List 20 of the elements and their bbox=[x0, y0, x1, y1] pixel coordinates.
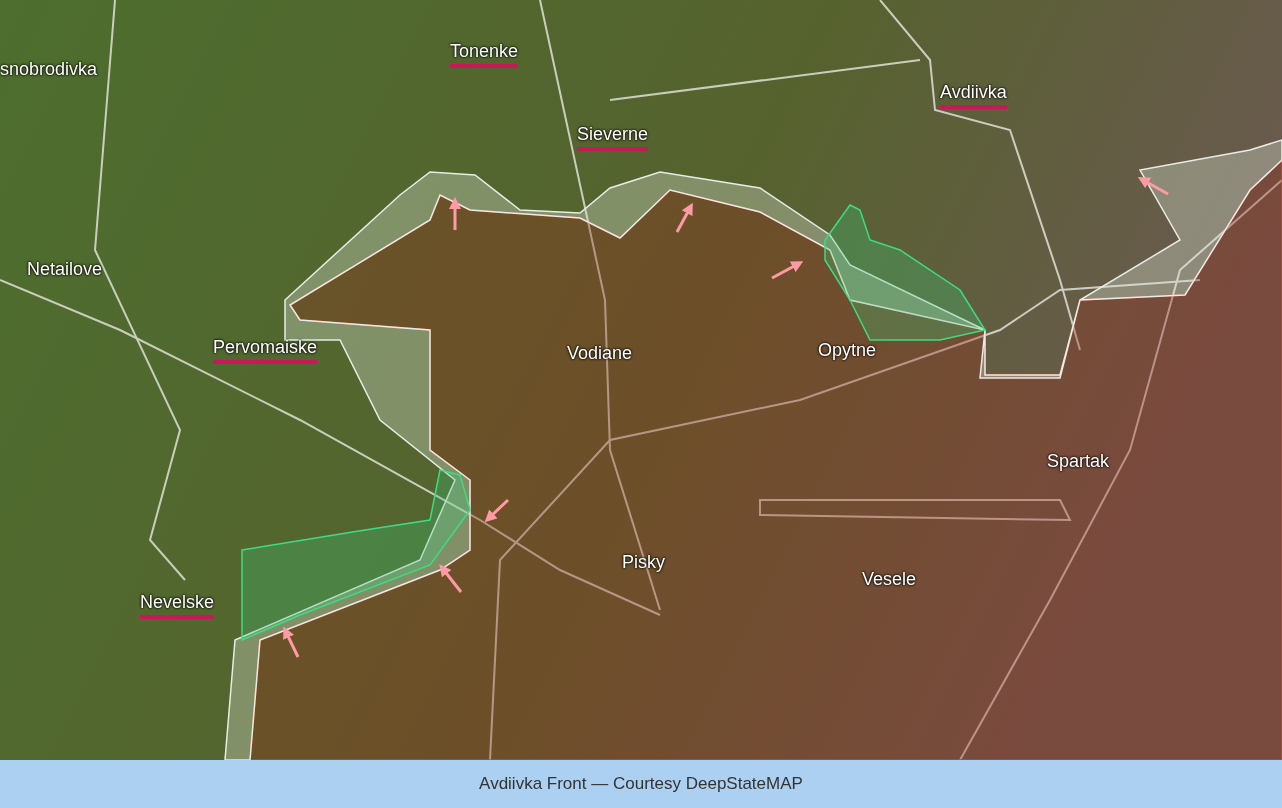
place-label: Pervomaiske bbox=[213, 336, 318, 364]
place-label: Vodiane bbox=[567, 342, 633, 365]
place-label: Pisky bbox=[622, 551, 665, 574]
arrow-icon bbox=[439, 564, 463, 593]
arrow-icon bbox=[484, 498, 510, 523]
place-label: Netailove bbox=[27, 258, 103, 281]
place-label: snobrodivka bbox=[0, 58, 98, 81]
arrow-icon bbox=[675, 202, 693, 233]
arrow-icon bbox=[771, 261, 804, 280]
place-label: Sieverne bbox=[577, 123, 649, 151]
arrow-icon bbox=[283, 626, 300, 658]
place-label: Tonenke bbox=[450, 40, 519, 68]
arrow-icon bbox=[449, 197, 461, 230]
place-label: Spartak bbox=[1047, 450, 1110, 473]
place-label: Avdiivka bbox=[940, 81, 1007, 109]
arrow-icon bbox=[1137, 177, 1169, 196]
map-caption: Avdiivka Front — Courtesy DeepStateMAP bbox=[479, 773, 803, 796]
place-label: Nevelske bbox=[140, 591, 215, 619]
place-label: Opytne bbox=[818, 339, 877, 362]
place-label: Vesele bbox=[862, 568, 917, 591]
